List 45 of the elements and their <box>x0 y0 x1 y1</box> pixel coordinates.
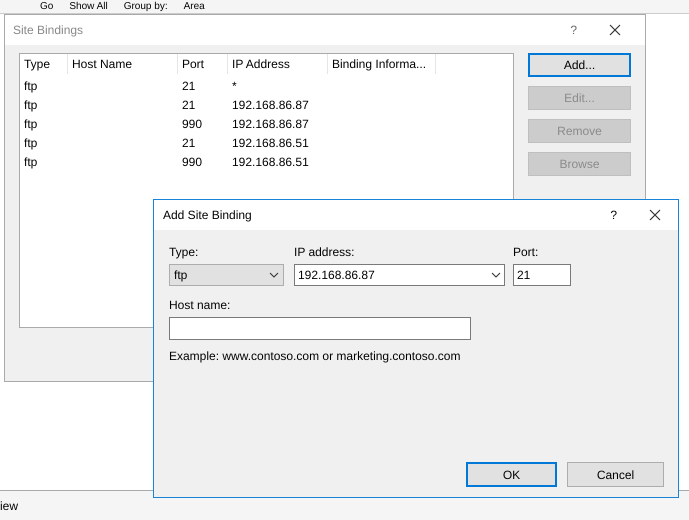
table-cell: 192.168.86.87 <box>232 98 309 112</box>
chevron-down-icon <box>491 272 501 278</box>
table-cell: ftp <box>24 116 38 130</box>
type-dropdown[interactable]: ftp <box>169 264 284 286</box>
table-cell: ftp <box>24 78 38 92</box>
table-cell: 192.168.86.51 <box>232 136 309 150</box>
window-title: Site Bindings <box>13 22 84 39</box>
chevron-down-icon <box>269 272 279 278</box>
close-icon[interactable] <box>649 209 661 221</box>
table-cell: 21 <box>182 78 196 92</box>
toolbar-label: Group by: <box>124 2 168 12</box>
column-header[interactable]: Type <box>20 54 68 74</box>
window-title: Add Site Binding <box>163 207 253 224</box>
close-icon[interactable] <box>609 24 621 36</box>
status-text: iew <box>0 498 18 514</box>
dialog-button[interactable]: Cancel <box>567 462 664 487</box>
table-cell: ftp <box>24 154 38 168</box>
table-cell: 192.168.86.51 <box>232 154 309 168</box>
port-field[interactable]: 21 <box>513 264 571 286</box>
table-cell: ftp <box>24 98 38 112</box>
field-label: Type: <box>169 244 200 261</box>
table-cell: * <box>232 78 237 92</box>
table-cell: ftp <box>24 136 38 150</box>
dialog-button[interactable]: Add... <box>528 53 631 77</box>
column-header[interactable]: Binding Informa... <box>328 54 436 74</box>
toolbar-label: Area <box>184 2 205 12</box>
ip-address-dropdown[interactable]: 192.168.86.87 <box>294 264 505 286</box>
column-header[interactable]: Host Name <box>68 54 178 74</box>
table-cell: 21 <box>182 98 196 112</box>
help-button[interactable]: ? <box>610 206 617 224</box>
toolbar-label: Show All <box>69 2 108 12</box>
toolbar-label: Go <box>40 2 54 12</box>
column-header[interactable]: IP Address <box>228 54 328 74</box>
host-name-field[interactable] <box>169 317 471 340</box>
example-text: Example: www.contoso.com or marketing.contoso.com <box>169 348 462 365</box>
field-label: IP address: <box>294 244 356 261</box>
table-cell: 990 <box>182 154 202 168</box>
column-header[interactable]: Port <box>178 54 228 74</box>
table-cell: 192.168.86.87 <box>232 116 309 130</box>
field-label: Host name: <box>169 297 232 314</box>
table-cell: 21 <box>182 136 196 150</box>
dialog-button[interactable]: OK <box>466 462 557 487</box>
field-label: Port: <box>513 244 540 261</box>
table-cell: 990 <box>182 116 202 130</box>
help-button[interactable]: ? <box>570 21 577 39</box>
